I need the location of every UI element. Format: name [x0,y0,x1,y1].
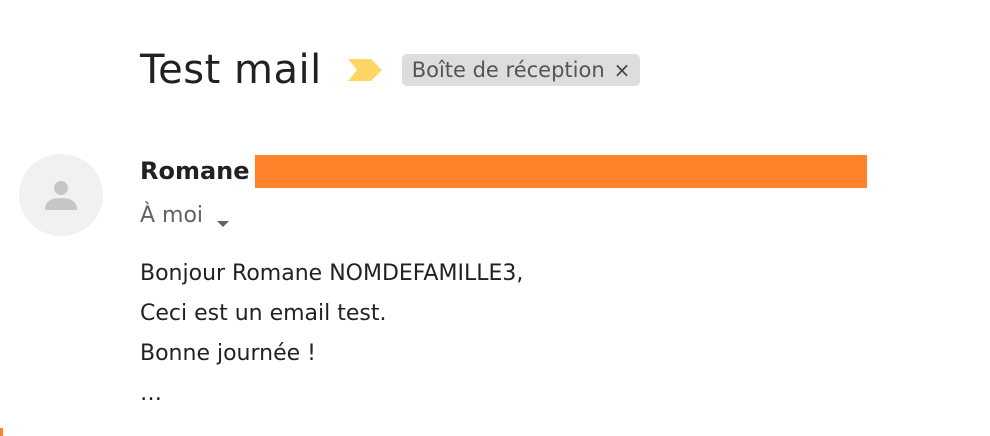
caret-down-icon[interactable] [215,210,231,227]
email-body: Bonjour Romane NOMDEFAMILLE3, Ceci est u… [140,254,523,414]
body-line: Bonne journée ! [140,341,316,366]
sender-name[interactable]: Romane [140,157,250,185]
person-icon [45,181,77,210]
sender-avatar[interactable] [19,154,103,236]
trimmed-content-ellipsis[interactable]: … [140,374,523,414]
edge-redaction-fragment [0,428,3,436]
body-line: Ceci est un email test. [140,301,387,326]
subject-row: Test mail Boîte de réception × [140,40,641,100]
sender-row: Romane [140,154,867,188]
importance-marker-icon[interactable] [347,59,382,81]
body-line: Bonjour Romane NOMDEFAMILLE3, [140,261,524,286]
redacted-sender-details [254,154,867,188]
inbox-label-chip[interactable]: Boîte de réception × [401,54,641,86]
inbox-label-text: Boîte de réception [411,58,605,82]
remove-label-icon[interactable]: × [614,60,631,80]
email-subject: Test mail [140,47,322,93]
recipient-details-toggle[interactable]: À moi [140,198,231,232]
recipient-text: À moi [140,202,204,228]
